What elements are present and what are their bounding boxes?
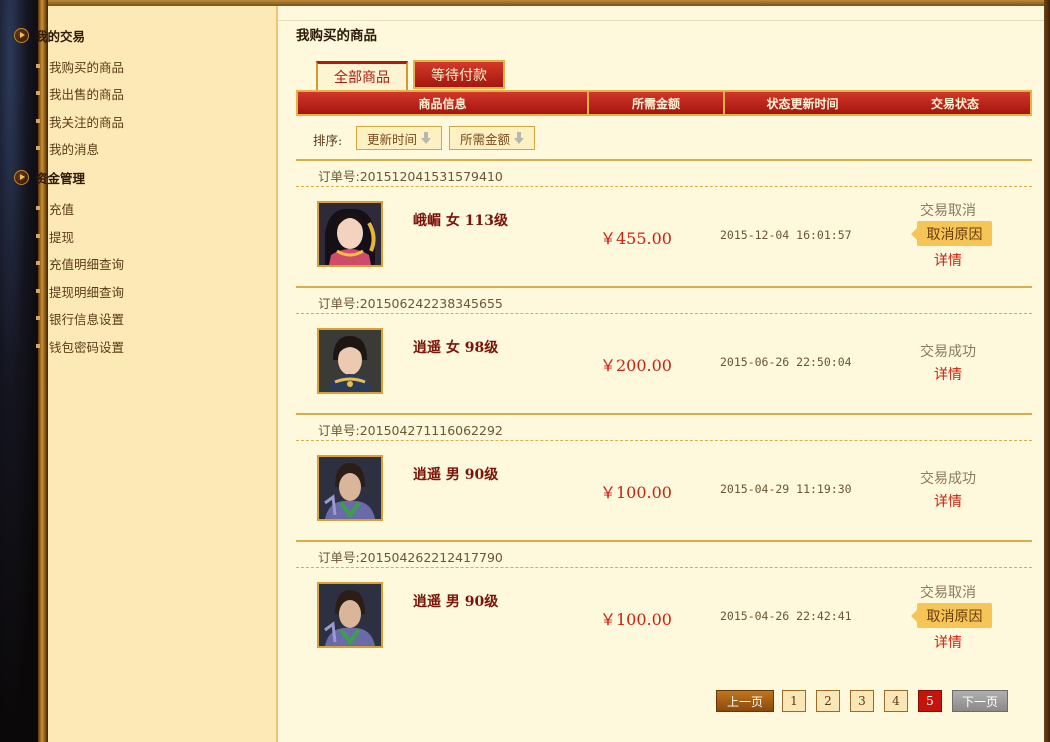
order-divider xyxy=(296,540,1032,542)
column-header-update-time: 状态更新时间 xyxy=(766,96,839,111)
item-name[interactable]: 逍遥 女 98级 xyxy=(413,337,498,357)
detail-link[interactable]: 详情 xyxy=(934,491,962,511)
order-divider xyxy=(296,413,1032,415)
sidebar-item-withdraw-history[interactable]: 提现明细查询 xyxy=(36,281,124,301)
sidebar-group-trade[interactable]: 我的交易 xyxy=(14,24,85,46)
item-price: ￥200.00 xyxy=(600,356,672,375)
item-thumbnail[interactable] xyxy=(317,455,383,521)
page-button-1[interactable]: 1 xyxy=(782,690,806,712)
bullet-icon xyxy=(36,316,40,320)
item-thumbnail[interactable] xyxy=(317,328,383,394)
order-dash-divider xyxy=(296,313,1032,314)
bullet-icon xyxy=(36,234,40,238)
sidebar-group-label: 我的交易 xyxy=(35,28,86,44)
detail-link[interactable]: 详情 xyxy=(934,632,962,652)
tab-all-items[interactable]: 全部商品 xyxy=(316,61,408,95)
sidebar-group-label: 资金管理 xyxy=(35,170,86,186)
sidebar-item-sold[interactable]: 我出售的商品 xyxy=(36,83,124,103)
arrow-down-icon xyxy=(421,132,432,144)
column-header-price: 所需金额 xyxy=(631,96,680,111)
trade-status: 交易成功 xyxy=(920,344,976,360)
bullet-icon xyxy=(36,261,40,265)
page-button-2[interactable]: 2 xyxy=(816,690,840,712)
order-divider xyxy=(296,159,1032,161)
sidebar-item-label: 我购买的商品 xyxy=(49,59,125,75)
table-header: 商品信息 所需金额 状态更新时间 交易状态 xyxy=(296,90,1032,116)
page-button-5-current[interactable]: 5 xyxy=(918,690,942,712)
order-dash-divider xyxy=(296,440,1032,441)
sidebar-item-label: 我出售的商品 xyxy=(49,86,125,102)
item-name[interactable]: 逍遥 男 90级 xyxy=(413,464,498,484)
sidebar-item-recharge[interactable]: 充值 xyxy=(36,198,74,218)
item-thumbnail[interactable] xyxy=(317,201,383,267)
detail-link[interactable]: 详情 xyxy=(934,250,962,270)
item-name[interactable]: 峨嵋 女 113级 xyxy=(413,210,508,230)
trade-status: 交易取消 xyxy=(920,203,976,219)
item-price: ￥100.00 xyxy=(600,610,672,629)
sidebar-item-label: 提现明细查询 xyxy=(49,284,125,300)
page-button-4[interactable]: 4 xyxy=(884,690,908,712)
bullet-icon xyxy=(36,289,40,293)
column-header-status: 交易状态 xyxy=(930,96,979,111)
sidebar-group-funds[interactable]: 资金管理 xyxy=(14,166,85,188)
divider xyxy=(278,20,1044,21)
update-time: 2015-06-26 22:50:04 xyxy=(720,355,852,369)
sidebar-item-messages[interactable]: 我的消息 xyxy=(36,138,99,158)
item-price: ￥100.00 xyxy=(600,483,672,502)
next-page-button[interactable]: 下一页 xyxy=(952,690,1008,712)
sort-by-time-button[interactable]: 更新时间 xyxy=(356,126,443,150)
bullet-icon xyxy=(36,344,40,348)
prev-page-button[interactable]: 上一页 xyxy=(716,690,774,712)
sidebar-item-wallet-password[interactable]: 钱包密码设置 xyxy=(36,336,124,356)
sidebar-item-label: 我的消息 xyxy=(49,141,100,157)
bullet-icon xyxy=(36,119,40,123)
trade-status: 交易取消 xyxy=(920,585,976,601)
update-time: 2015-04-26 22:42:41 xyxy=(720,609,852,623)
sidebar-item-label: 充值 xyxy=(49,201,75,217)
sidebar-item-withdraw[interactable]: 提现 xyxy=(36,226,74,246)
sort-option-label: 所需金额 xyxy=(460,131,511,147)
frame-border-right xyxy=(1044,0,1050,742)
order-number: 订单号:201504262212417790 xyxy=(318,550,503,565)
detail-link[interactable]: 详情 xyxy=(934,364,962,384)
arrow-down-icon xyxy=(514,132,525,144)
sidebar-item-label: 银行信息设置 xyxy=(49,311,125,327)
sort-option-label: 更新时间 xyxy=(367,131,418,147)
sidebar-item-watched[interactable]: 我关注的商品 xyxy=(36,111,124,131)
sidebar-item-label: 钱包密码设置 xyxy=(49,339,125,355)
cancel-reason-button[interactable]: 取消原因 xyxy=(911,603,992,628)
order-dash-divider xyxy=(296,186,1032,187)
page-button-3[interactable]: 3 xyxy=(850,690,874,712)
bullet-icon xyxy=(36,206,40,210)
update-time: 2015-12-04 16:01:57 xyxy=(720,228,852,242)
sidebar-item-label: 我关注的商品 xyxy=(49,114,125,130)
bullet-icon xyxy=(36,91,40,95)
update-time: 2015-04-29 11:19:30 xyxy=(720,482,852,496)
sidebar-item-label: 充值明细查询 xyxy=(49,256,125,272)
sidebar-item-recharge-history[interactable]: 充值明细查询 xyxy=(36,253,124,273)
bullet-icon xyxy=(36,146,40,150)
trade-status: 交易成功 xyxy=(920,471,976,487)
page-title: 我购买的商品 xyxy=(296,28,377,44)
order-number: 订单号:201504271116062292 xyxy=(318,423,503,438)
item-name[interactable]: 逍遥 男 90级 xyxy=(413,591,498,611)
sort-label: 排序: xyxy=(313,133,343,148)
sidebar-item-bought[interactable]: 我购买的商品 xyxy=(36,56,124,76)
order-dash-divider xyxy=(296,567,1032,568)
bullet-icon xyxy=(36,64,40,68)
play-circle-icon xyxy=(14,169,29,185)
sort-by-price-button[interactable]: 所需金额 xyxy=(449,126,536,150)
play-circle-icon xyxy=(14,27,29,43)
order-number: 订单号:201506242238345655 xyxy=(318,296,503,311)
item-thumbnail[interactable] xyxy=(317,582,383,648)
tab-pending-payment[interactable]: 等待付款 xyxy=(413,60,505,89)
item-price: ￥455.00 xyxy=(600,229,672,248)
sidebar-item-bank-settings[interactable]: 银行信息设置 xyxy=(36,308,124,328)
order-number: 订单号:201512041531579410 xyxy=(318,169,503,184)
cancel-reason-button[interactable]: 取消原因 xyxy=(911,221,992,246)
order-divider xyxy=(296,286,1032,288)
sidebar-item-label: 提现 xyxy=(49,229,75,245)
column-header-item-info: 商品信息 xyxy=(418,96,467,111)
